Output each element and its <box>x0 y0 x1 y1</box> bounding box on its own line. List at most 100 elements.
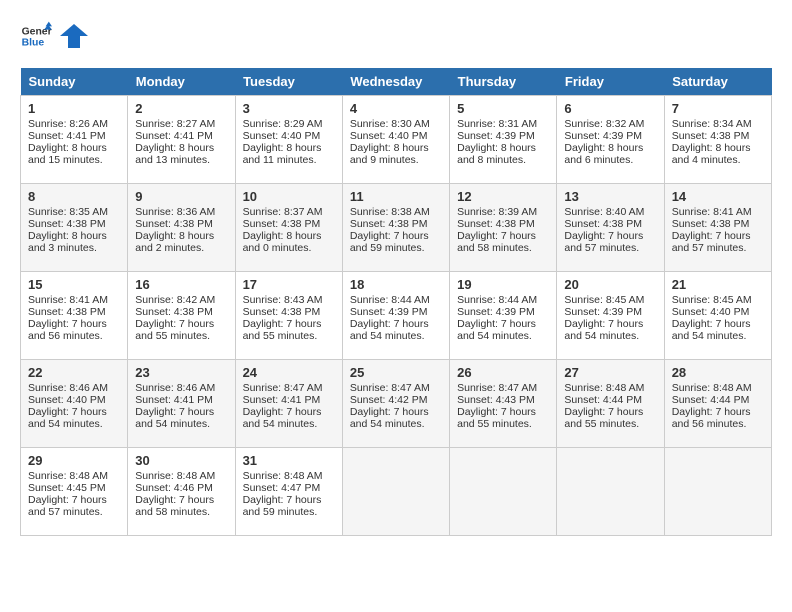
day-number: 28 <box>672 365 764 380</box>
sunrise: Sunrise: 8:26 AM <box>28 118 108 130</box>
sunset: Sunset: 4:41 PM <box>243 394 321 406</box>
sunset: Sunset: 4:39 PM <box>457 130 535 142</box>
sunset: Sunset: 4:46 PM <box>135 482 213 494</box>
day-number: 19 <box>457 277 549 292</box>
daylight: Daylight: 7 hours and 57 minutes. <box>672 230 751 254</box>
sunrise: Sunrise: 8:31 AM <box>457 118 537 130</box>
day-number: 24 <box>243 365 335 380</box>
logo-arrow-icon <box>60 22 88 50</box>
calendar-cell <box>342 448 449 536</box>
daylight: Daylight: 7 hours and 55 minutes. <box>564 406 643 430</box>
sunset: Sunset: 4:38 PM <box>28 218 106 230</box>
daylight: Daylight: 8 hours and 11 minutes. <box>243 142 322 166</box>
sunrise: Sunrise: 8:41 AM <box>672 206 752 218</box>
calendar-cell: 21Sunrise: 8:45 AMSunset: 4:40 PMDayligh… <box>664 272 771 360</box>
sunset: Sunset: 4:41 PM <box>135 130 213 142</box>
sunrise: Sunrise: 8:44 AM <box>350 294 430 306</box>
sunset: Sunset: 4:38 PM <box>672 130 750 142</box>
sunset: Sunset: 4:43 PM <box>457 394 535 406</box>
calendar-cell: 7Sunrise: 8:34 AMSunset: 4:38 PMDaylight… <box>664 96 771 184</box>
calendar-cell: 3 Sunrise: 8:29 AMSunset: 4:40 PMDaylight… <box>235 96 342 184</box>
day-number: 23 <box>135 365 227 380</box>
calendar-cell: 8Sunrise: 8:35 AMSunset: 4:38 PMDaylight… <box>21 184 128 272</box>
sunset: Sunset: 4:38 PM <box>28 306 106 318</box>
day-number: 2 <box>135 101 227 116</box>
calendar-cell: 11Sunrise: 8:38 AMSunset: 4:38 PMDayligh… <box>342 184 449 272</box>
calendar-cell: 6Sunrise: 8:32 AMSunset: 4:39 PMDaylight… <box>557 96 664 184</box>
day-number: 1 <box>28 101 120 116</box>
sunset: Sunset: 4:40 PM <box>672 306 750 318</box>
sunrise: Sunrise: 8:48 AM <box>672 382 752 394</box>
daylight: Daylight: 8 hours and 9 minutes. <box>350 142 429 166</box>
calendar-cell: 12Sunrise: 8:39 AMSunset: 4:38 PMDayligh… <box>450 184 557 272</box>
daylight: Daylight: 7 hours and 54 minutes. <box>243 406 322 430</box>
day-number: 3 <box>243 101 335 116</box>
sunrise: Sunrise: 8:45 AM <box>564 294 644 306</box>
week-row-3: 15Sunrise: 8:41 AMSunset: 4:38 PMDayligh… <box>21 272 772 360</box>
calendar-cell: 31 Sunrise: 8:48 AMSunset: 4:47 PMDayligh… <box>235 448 342 536</box>
sunrise: Sunrise: 8:39 AM <box>457 206 537 218</box>
day-number: 6 <box>564 101 656 116</box>
calendar-cell: 4Sunrise: 8:30 AMSunset: 4:40 PMDaylight… <box>342 96 449 184</box>
daylight: Daylight: 7 hours and 56 minutes. <box>28 318 107 342</box>
sunset: Sunset: 4:40 PM <box>243 130 321 142</box>
calendar-cell: 23Sunrise: 8:46 AMSunset: 4:41 PMDayligh… <box>128 360 235 448</box>
calendar-cell <box>664 448 771 536</box>
sunset: Sunset: 4:39 PM <box>457 306 535 318</box>
sunset: Sunset: 4:38 PM <box>243 218 321 230</box>
sunrise: Sunrise: 8:46 AM <box>135 382 215 394</box>
sunset: Sunset: 4:44 PM <box>672 394 750 406</box>
day-number: 27 <box>564 365 656 380</box>
day-number: 29 <box>28 453 120 468</box>
daylight: Daylight: 8 hours and 6 minutes. <box>564 142 643 166</box>
sunrise: Sunrise: 8:48 AM <box>243 470 323 482</box>
calendar-cell: 26Sunrise: 8:47 AMSunset: 4:43 PMDayligh… <box>450 360 557 448</box>
sunset: Sunset: 4:38 PM <box>135 218 213 230</box>
calendar-cell: 25Sunrise: 8:47 AMSunset: 4:42 PMDayligh… <box>342 360 449 448</box>
daylight: Daylight: 7 hours and 59 minutes. <box>243 494 322 518</box>
sunset: Sunset: 4:40 PM <box>350 130 428 142</box>
daylight: Daylight: 7 hours and 55 minutes. <box>135 318 214 342</box>
day-number: 26 <box>457 365 549 380</box>
day-number: 13 <box>564 189 656 204</box>
sunrise: Sunrise: 8:30 AM <box>350 118 430 130</box>
day-number: 18 <box>350 277 442 292</box>
daylight: Daylight: 7 hours and 58 minutes. <box>457 230 536 254</box>
daylight: Daylight: 8 hours and 15 minutes. <box>28 142 107 166</box>
week-row-1: 1Sunrise: 8:26 AMSunset: 4:41 PMDaylight… <box>21 96 772 184</box>
sunrise: Sunrise: 8:48 AM <box>28 470 108 482</box>
daylight: Daylight: 8 hours and 0 minutes. <box>243 230 322 254</box>
calendar-cell: 17Sunrise: 8:43 AMSunset: 4:38 PMDayligh… <box>235 272 342 360</box>
daylight: Daylight: 8 hours and 13 minutes. <box>135 142 214 166</box>
logo: General Blue <box>20 20 88 52</box>
daylight: Daylight: 8 hours and 8 minutes. <box>457 142 536 166</box>
header-row: SundayMondayTuesdayWednesdayThursdayFrid… <box>21 68 772 96</box>
daylight: Daylight: 8 hours and 2 minutes. <box>135 230 214 254</box>
calendar-cell: 9Sunrise: 8:36 AMSunset: 4:38 PMDaylight… <box>128 184 235 272</box>
day-number: 5 <box>457 101 549 116</box>
sunset: Sunset: 4:38 PM <box>243 306 321 318</box>
calendar-cell: 28 Sunrise: 8:48 AMSunset: 4:44 PMDayligh… <box>664 360 771 448</box>
sunset: Sunset: 4:47 PM <box>243 482 321 494</box>
day-number: 30 <box>135 453 227 468</box>
calendar-cell: 22Sunrise: 8:46 AMSunset: 4:40 PMDayligh… <box>21 360 128 448</box>
sunset: Sunset: 4:45 PM <box>28 482 106 494</box>
daylight: Daylight: 7 hours and 58 minutes. <box>135 494 214 518</box>
day-number: 31 <box>243 453 335 468</box>
daylight: Daylight: 7 hours and 56 minutes. <box>672 406 751 430</box>
header-tuesday: Tuesday <box>235 68 342 96</box>
day-number: 9 <box>135 189 227 204</box>
sunset: Sunset: 4:39 PM <box>564 306 642 318</box>
day-number: 10 <box>243 189 335 204</box>
day-number: 16 <box>135 277 227 292</box>
sunrise: Sunrise: 8:29 AM <box>243 118 323 130</box>
day-number: 22 <box>28 365 120 380</box>
daylight: Daylight: 7 hours and 55 minutes. <box>243 318 322 342</box>
day-number: 8 <box>28 189 120 204</box>
daylight: Daylight: 7 hours and 54 minutes. <box>350 406 429 430</box>
calendar-cell <box>557 448 664 536</box>
calendar-cell: 1Sunrise: 8:26 AMSunset: 4:41 PMDaylight… <box>21 96 128 184</box>
calendar-cell: 20Sunrise: 8:45 AMSunset: 4:39 PMDayligh… <box>557 272 664 360</box>
sunrise: Sunrise: 8:32 AM <box>564 118 644 130</box>
day-number: 7 <box>672 101 764 116</box>
